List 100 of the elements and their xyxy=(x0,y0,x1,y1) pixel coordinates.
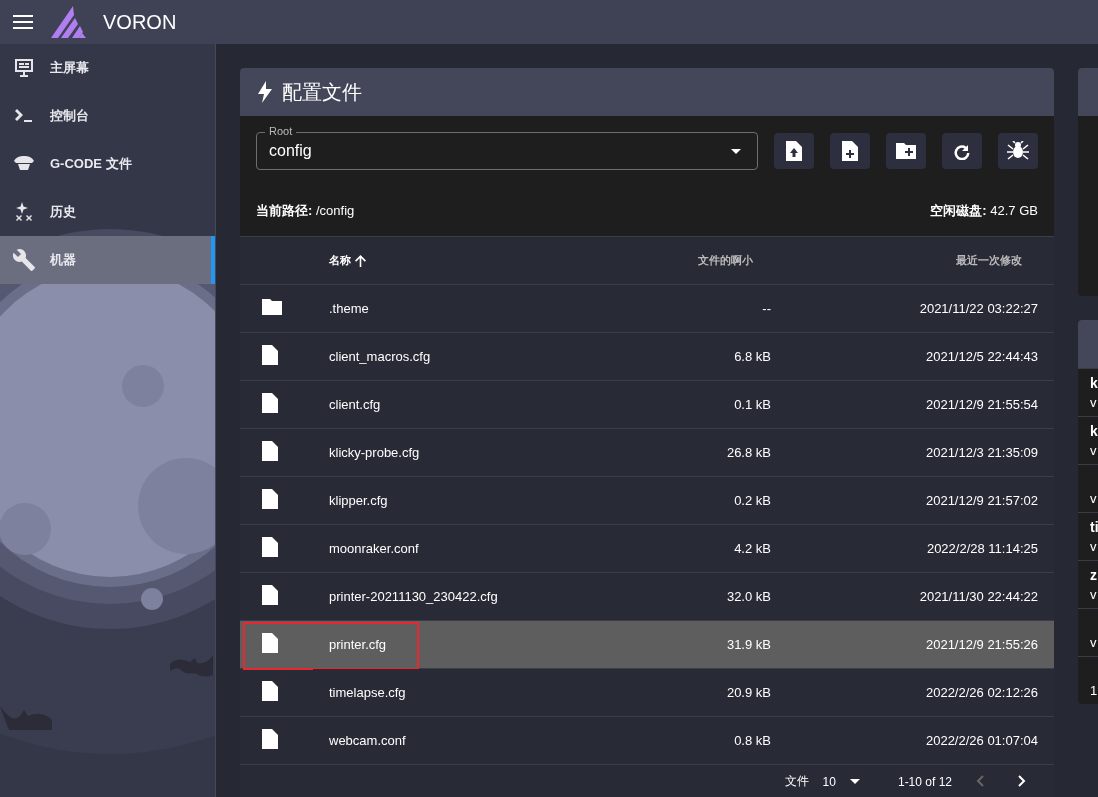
file-row[interactable]: timelapse.cfg 20.9 kB 2022/2/26 02:12:26 xyxy=(240,668,1054,717)
sidebar-item[interactable]: G-CODE 文件 xyxy=(0,140,215,188)
rows-per-page-label: 文件 xyxy=(784,773,809,790)
file-size: 20.9 kB xyxy=(726,685,771,700)
chevron-left-icon xyxy=(976,775,984,787)
bat-drawing xyxy=(0,706,52,730)
caret-icon xyxy=(849,779,860,784)
side-row-title: k xyxy=(1090,375,1098,391)
bat-drawing xyxy=(170,656,215,680)
file-icon xyxy=(262,633,278,653)
side-row-subtitle: v xyxy=(1090,443,1098,458)
file-name: timelapse.cfg xyxy=(329,685,406,700)
column-header[interactable]: 文件的啊小 xyxy=(698,253,753,268)
card-header xyxy=(1078,320,1098,368)
file-modified: 2021/12/9 21:57:02 xyxy=(925,493,1038,508)
sidebar-item[interactable]: 主屏幕 xyxy=(0,44,215,92)
file-name: klicky-probe.cfg xyxy=(329,445,420,460)
file-row[interactable]: klipper.cfg 0.2 kB 2021/12/9 21:57:02 xyxy=(240,476,1054,525)
file-icon xyxy=(262,585,278,605)
chevron-right-icon xyxy=(1018,775,1026,787)
bug-button[interactable] xyxy=(998,133,1038,169)
spider-icon xyxy=(1007,141,1029,161)
current-path: 当前路径: /config xyxy=(256,202,355,220)
file-name: .theme xyxy=(329,301,369,316)
file-upload-icon xyxy=(786,141,802,161)
side-row-subtitle: v xyxy=(1090,395,1098,410)
file-modified: 2021/12/5 22:44:43 xyxy=(925,349,1038,364)
file-size: 0.2 kB xyxy=(734,493,771,508)
menu-icon[interactable] xyxy=(13,15,33,29)
new-file-button[interactable] xyxy=(830,133,870,169)
file-row[interactable]: moonraker.conf 4.2 kB 2022/2/28 11:14:25 xyxy=(240,524,1054,573)
file-row[interactable]: printer.cfg 31.9 kB 2021/12/9 21:55:26 xyxy=(240,620,1054,669)
file-row[interactable]: klicky-probe.cfg 26.8 kB 2021/12/3 21:35:09 xyxy=(240,428,1054,477)
file-name: printer.cfg xyxy=(329,637,387,652)
sidebar-item[interactable]: 机器 xyxy=(0,236,215,284)
monitor-icon xyxy=(12,56,36,80)
lightning-icon xyxy=(258,81,272,103)
file-name: webcam.conf xyxy=(329,733,406,748)
sidebar-item[interactable]: 控制台 xyxy=(0,92,215,140)
file-icon xyxy=(262,681,278,701)
file-row[interactable]: client_macros.cfg 6.8 kB 2021/12/5 22:44:43 xyxy=(240,332,1054,381)
file-modified: 2021/12/9 21:55:54 xyxy=(925,397,1038,412)
file-modified: 2021/11/22 03:22:27 xyxy=(919,301,1038,316)
file-size: 31.9 kB xyxy=(726,637,771,652)
file-icon xyxy=(262,441,278,461)
file-plus-icon xyxy=(842,141,858,161)
file-row[interactable]: webcam.conf 0.8 kB 2022/2/26 01:07:04 xyxy=(240,716,1054,764)
refresh-icon xyxy=(953,142,971,160)
side-row-subtitle: v xyxy=(1090,539,1098,554)
upload-file-button[interactable] xyxy=(774,133,814,169)
file-size: 0.1 kB xyxy=(734,397,771,412)
free-disk: 空闲磁盘: 42.7 GB xyxy=(930,202,1038,220)
folder-plus-icon xyxy=(896,143,916,159)
refresh-button[interactable] xyxy=(942,133,982,169)
file-icon xyxy=(262,729,278,749)
file-row[interactable]: client.cfg 0.1 kB 2021/12/9 21:55:54 xyxy=(240,380,1054,429)
wrench-icon xyxy=(12,248,36,272)
side-row-title: k xyxy=(1090,423,1098,439)
file-modified: 2021/12/3 21:35:09 xyxy=(925,445,1038,460)
new-folder-button[interactable] xyxy=(886,133,926,169)
sort-up-icon xyxy=(355,254,366,267)
sidebar-item[interactable]: 历史 xyxy=(0,188,215,236)
file-row[interactable]: .theme -- 2021/11/22 03:22:27 xyxy=(240,284,1054,333)
field-label: Root xyxy=(265,125,297,138)
page-range: 1-10 of 12 xyxy=(897,774,952,789)
file-icon xyxy=(262,537,278,557)
card-header xyxy=(1078,68,1098,116)
file-size: 4.2 kB xyxy=(734,541,771,556)
panel-title: 配置文件 xyxy=(282,79,362,105)
file-modified: 2021/11/30 22:44:22 xyxy=(919,589,1038,604)
file-size: 0.8 kB xyxy=(734,733,771,748)
file-name: client_macros.cfg xyxy=(329,349,431,364)
side-row-subtitle: 1 xyxy=(1090,683,1098,698)
file-modified: 2021/12/9 21:55:26 xyxy=(925,637,1038,652)
file-name: client.cfg xyxy=(329,397,381,412)
file-size: 26.8 kB xyxy=(726,445,771,460)
caret-icon xyxy=(731,148,741,154)
file-size: 6.8 kB xyxy=(734,349,771,364)
side-row-subtitle: v xyxy=(1090,635,1098,650)
file-icon xyxy=(262,489,278,509)
column-header[interactable]: 名称 xyxy=(329,253,366,268)
file-name: printer-20211130_230422.cfg xyxy=(329,589,498,604)
side-row-subtitle: v xyxy=(1090,491,1098,506)
app-title: VORON xyxy=(103,10,177,34)
file-size: -- xyxy=(762,301,771,316)
side-row-title: ti xyxy=(1090,519,1098,535)
file-size: 32.0 kB xyxy=(726,589,771,604)
folder-icon xyxy=(262,299,282,315)
file-name: moonraker.conf xyxy=(329,541,419,556)
file-icon xyxy=(262,345,278,365)
file-modified: 2022/2/26 01:07:04 xyxy=(925,733,1038,748)
file-modified: 2022/2/28 11:14:25 xyxy=(926,541,1038,556)
file-name: klipper.cfg xyxy=(329,493,388,508)
file-modified: 2022/2/26 02:12:26 xyxy=(925,685,1038,700)
rows-per-page-select[interactable]: 10 xyxy=(822,774,836,789)
file-row[interactable]: printer-20211130_230422.cfg 32.0 kB 2021/11/30 22:44:22 xyxy=(240,572,1054,621)
side-row-title: z xyxy=(1090,567,1098,583)
column-header[interactable]: 最近一次修改 xyxy=(956,253,1022,268)
file-icon xyxy=(262,393,278,413)
side-row-subtitle: v xyxy=(1090,587,1098,602)
